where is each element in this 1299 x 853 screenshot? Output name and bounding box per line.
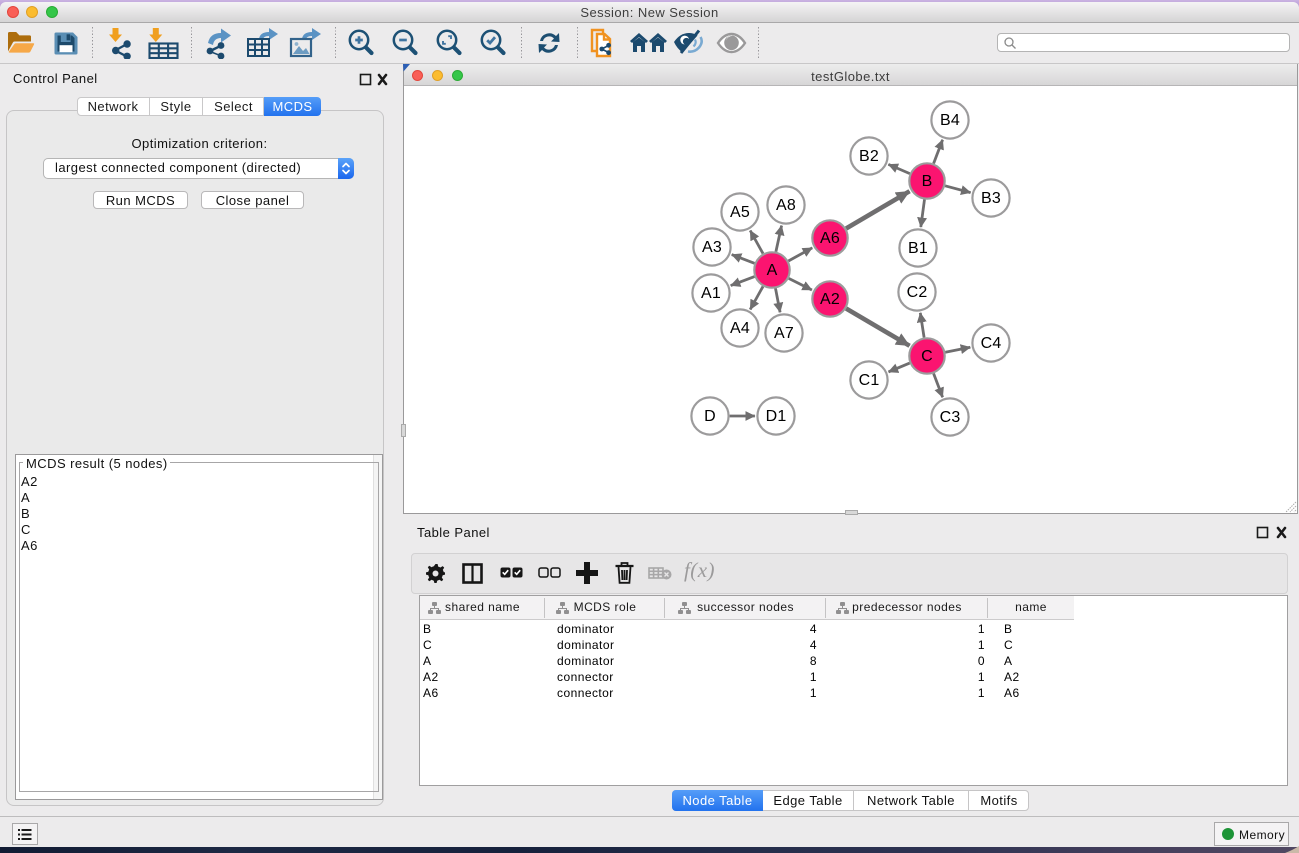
svg-text:C: C — [921, 348, 933, 365]
svg-text:B2: B2 — [859, 148, 879, 165]
svg-text:B4: B4 — [940, 112, 960, 129]
svg-text:C1: C1 — [859, 372, 880, 389]
svg-text:B1: B1 — [908, 240, 928, 257]
svg-text:A3: A3 — [702, 239, 722, 256]
svg-text:A2: A2 — [820, 291, 840, 308]
svg-text:A4: A4 — [730, 320, 750, 337]
svg-text:A1: A1 — [701, 285, 721, 302]
svg-text:C2: C2 — [907, 284, 928, 301]
svg-text:A5: A5 — [730, 204, 750, 221]
svg-text:D1: D1 — [766, 408, 787, 425]
svg-text:A8: A8 — [776, 197, 796, 214]
svg-text:A6: A6 — [820, 230, 840, 247]
svg-text:A7: A7 — [774, 325, 794, 342]
svg-text:B: B — [922, 173, 933, 190]
svg-text:B3: B3 — [981, 190, 1001, 207]
svg-text:D: D — [704, 408, 716, 425]
svg-text:C4: C4 — [981, 335, 1002, 352]
svg-text:A: A — [767, 262, 778, 279]
svg-text:C3: C3 — [940, 409, 961, 426]
